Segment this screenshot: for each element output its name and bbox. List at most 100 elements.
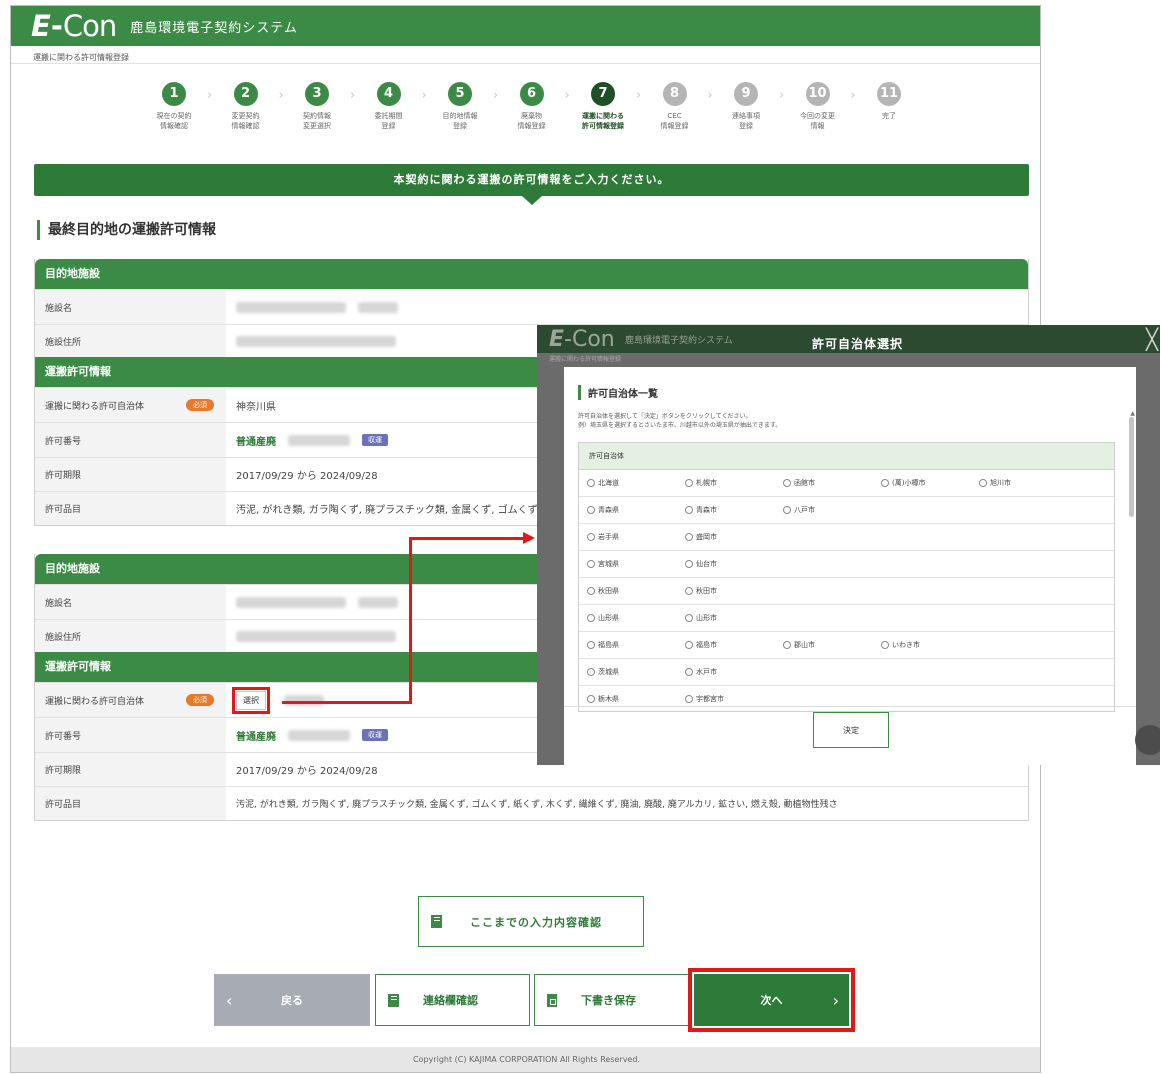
radio-button[interactable] (783, 479, 791, 487)
card-header: 目的地施設 (35, 259, 1028, 289)
municipality-label: 青森県 (598, 506, 619, 514)
breadcrumb: 運搬に関わる許可情報登録 (549, 356, 622, 363)
radio-button[interactable] (685, 587, 693, 595)
logo-dash: - (564, 327, 572, 352)
radio-button[interactable] (685, 560, 693, 568)
municipality-option[interactable]: 札幌市 (685, 478, 783, 488)
redacted-text (236, 335, 396, 347)
municipality-rows: 北海道 札幌市 函館市 (萬)小樽市 旭川市 青森県 青森市 八戸市 岩手県 盛岡市 宮城県 仙台市秋… (579, 470, 1114, 711)
radio-button[interactable] (685, 668, 693, 676)
required-badge: 必須 (186, 694, 214, 706)
radio-button[interactable] (587, 641, 595, 649)
radio-button[interactable] (587, 614, 595, 622)
municipality-option[interactable]: 秋田県 (587, 586, 685, 596)
scrollbar[interactable] (1129, 417, 1134, 517)
municipality-option[interactable]: 北海道 (587, 478, 685, 488)
municipality-label: (萬)小樽市 (892, 479, 926, 487)
radio-button[interactable] (587, 668, 595, 676)
radio-button[interactable] (587, 695, 595, 703)
municipality-option[interactable]: 青森市 (685, 505, 783, 515)
radio-button[interactable] (881, 641, 889, 649)
step-6: 6 廃棄物 情報登録 (504, 82, 560, 131)
radio-button[interactable] (685, 506, 693, 514)
table-row: 秋田県 秋田市 (579, 578, 1114, 605)
step-10: 10 今回の変更 情報 (790, 82, 846, 131)
label-text: 許可期限 (45, 766, 82, 776)
save-draft-button[interactable]: 下書き保存 (534, 974, 689, 1026)
close-icon[interactable]: ╳ (1146, 327, 1158, 351)
municipality-option[interactable]: 宇都宮市 (685, 694, 783, 704)
radio-button[interactable] (979, 479, 987, 487)
municipality-option[interactable]: 福島県 (587, 640, 685, 650)
municipality-label: 岩手県 (598, 533, 619, 541)
radio-button[interactable] (685, 695, 693, 703)
municipality-label: 八戸市 (794, 506, 815, 514)
radio-button[interactable] (587, 533, 595, 541)
label-text: 施設名 (45, 598, 73, 609)
municipality-label: 山形県 (598, 614, 619, 622)
radio-button[interactable] (587, 560, 595, 568)
step-label: 現在の契約 情報確認 (156, 112, 192, 130)
municipality-label: 福島市 (696, 641, 717, 649)
label-text: 許可番号 (45, 436, 82, 447)
facility-name-value (226, 290, 1028, 324)
municipality-option[interactable]: 水戸市 (685, 667, 783, 677)
municipality-option[interactable]: 茨城県 (587, 667, 685, 677)
scroll-top-button[interactable] (1135, 725, 1160, 755)
step-number: 4 (376, 82, 401, 106)
radio-button[interactable] (685, 641, 693, 649)
municipality-option[interactable]: 福島市 (685, 640, 783, 650)
description-line: 例）埼玉県を選択するとさいたま市、川越市以外の埼玉県が抽出できます。 (578, 422, 782, 429)
next-button[interactable]: 次へ › (688, 968, 855, 1032)
econ-logo: E-Con (549, 327, 615, 352)
radio-button[interactable] (587, 587, 595, 595)
logo-dash: - (50, 9, 63, 43)
redacted-text (236, 301, 346, 313)
facility-name-label: 施設名 (35, 290, 226, 324)
municipality-option[interactable]: 八戸市 (783, 505, 881, 515)
copyright: Copyright (C) KAJIMA CORPORATION All Rig… (11, 1047, 1040, 1072)
radio-button[interactable] (685, 533, 693, 541)
review-input-button[interactable]: ここまでの入力内容確認 (418, 896, 644, 947)
select-municipality-button[interactable]: 選択 (232, 686, 270, 714)
redacted-text (288, 434, 350, 446)
radio-button[interactable] (783, 506, 791, 514)
municipality-option[interactable]: 函館市 (783, 478, 881, 488)
label-text: 許可品目 (45, 800, 82, 810)
table-row: 岩手県 盛岡市 (579, 524, 1114, 551)
municipality-option[interactable]: 青森県 (587, 505, 685, 515)
municipality-option[interactable]: 秋田市 (685, 586, 783, 596)
scroll-up-icon[interactable]: ▲ (1130, 410, 1135, 417)
review-input-label: ここまでの入力内容確認 (470, 915, 602, 929)
radio-button[interactable] (587, 479, 595, 487)
radio-button[interactable] (587, 506, 595, 514)
radio-button[interactable] (783, 641, 791, 649)
municipality-option[interactable]: 岩手県 (587, 532, 685, 542)
decide-button[interactable]: 決定 (813, 712, 889, 748)
municipality-label: 運搬に関わる許可自治体 必須 (35, 388, 226, 422)
chevron-right-icon: › (421, 88, 427, 103)
municipality-option[interactable]: 盛岡市 (685, 532, 783, 542)
radio-button[interactable] (881, 479, 889, 487)
chevron-right-icon: › (832, 990, 839, 1010)
radio-button[interactable] (685, 479, 693, 487)
table-header: 許可自治体 (579, 443, 1114, 470)
municipality-option[interactable]: いわき市 (881, 640, 979, 650)
municipality-label: 宇都宮市 (696, 695, 724, 703)
label-text: 運搬に関わる許可自治体 (45, 401, 145, 412)
table-row: 宮城県 仙台市 (579, 551, 1114, 578)
municipality-option[interactable]: 山形市 (685, 613, 783, 623)
contact-check-button[interactable]: 連絡欄確認 (375, 974, 530, 1026)
municipality-option[interactable]: 宮城県 (587, 559, 685, 569)
radio-button[interactable] (685, 614, 693, 622)
municipality-option[interactable]: 栃木県 (587, 694, 685, 704)
municipality-option[interactable]: 仙台市 (685, 559, 783, 569)
back-button[interactable]: ‹ 戻る (214, 974, 370, 1026)
municipality-option[interactable]: (萬)小樽市 (881, 478, 979, 488)
redacted-text (358, 301, 398, 313)
redacted-text (236, 630, 396, 642)
section-title: 最終目的地の運搬許可情報 (37, 220, 216, 240)
municipality-option[interactable]: 旭川市 (979, 478, 1077, 488)
municipality-option[interactable]: 山形県 (587, 613, 685, 623)
municipality-option[interactable]: 郡山市 (783, 640, 881, 650)
